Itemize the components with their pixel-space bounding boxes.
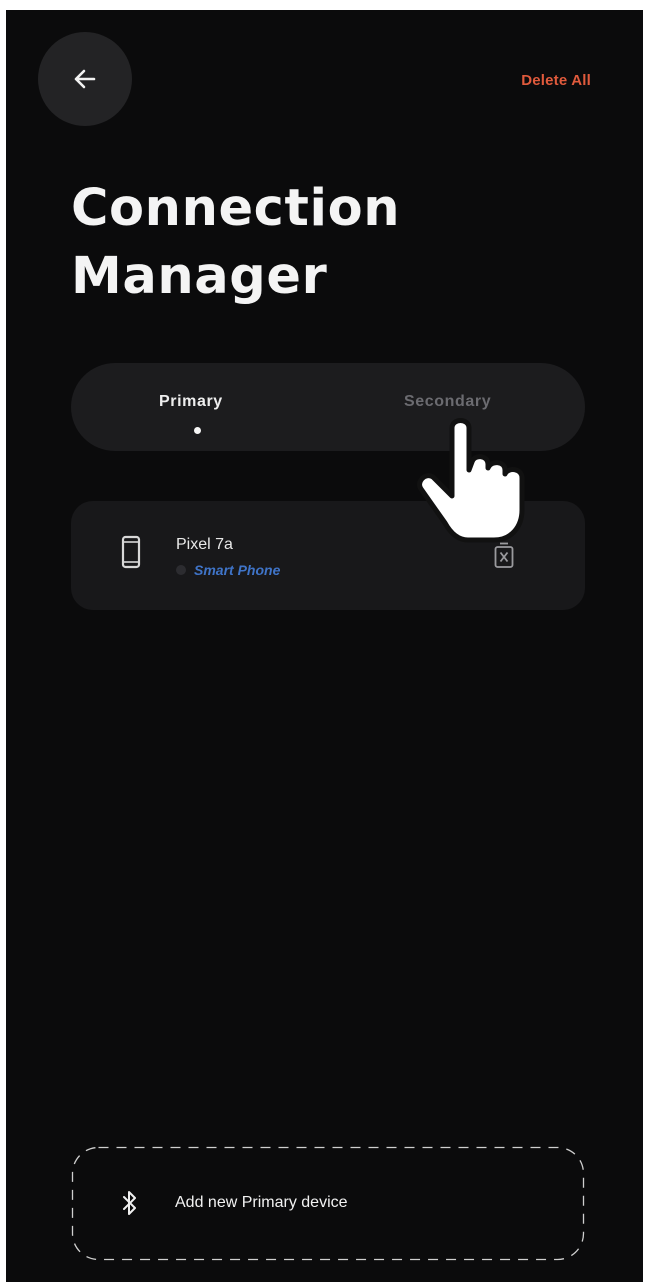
- tab-selected-indicator: [194, 427, 201, 434]
- device-tabs: Primary Secondary: [71, 363, 585, 451]
- device-type: Smart Phone: [194, 562, 281, 578]
- page-title: Connection Manager: [71, 175, 400, 311]
- device-card[interactable]: Pixel 7a Smart Phone: [71, 501, 585, 610]
- status-dot-icon: [176, 565, 186, 575]
- arrow-left-icon: [74, 69, 96, 89]
- tab-secondary[interactable]: Secondary: [404, 393, 491, 411]
- add-device-label: Add new Primary device: [175, 1194, 348, 1211]
- add-device-button[interactable]: Add new Primary device: [71, 1146, 585, 1261]
- device-name: Pixel 7a: [176, 536, 233, 553]
- bluetooth-icon: [123, 1191, 136, 1215]
- device-type-row: Smart Phone: [176, 562, 280, 578]
- delete-device-icon[interactable]: [492, 541, 516, 569]
- tab-primary[interactable]: Primary: [159, 393, 223, 411]
- connection-manager-screen: Delete All Connection Manager Primary Se…: [6, 10, 643, 1282]
- page-title-line-2: Manager: [71, 247, 328, 306]
- smartphone-icon: [121, 535, 141, 569]
- delete-all-button[interactable]: Delete All: [521, 72, 591, 89]
- page-title-line-1: Connection: [71, 179, 401, 238]
- back-button[interactable]: [38, 32, 132, 126]
